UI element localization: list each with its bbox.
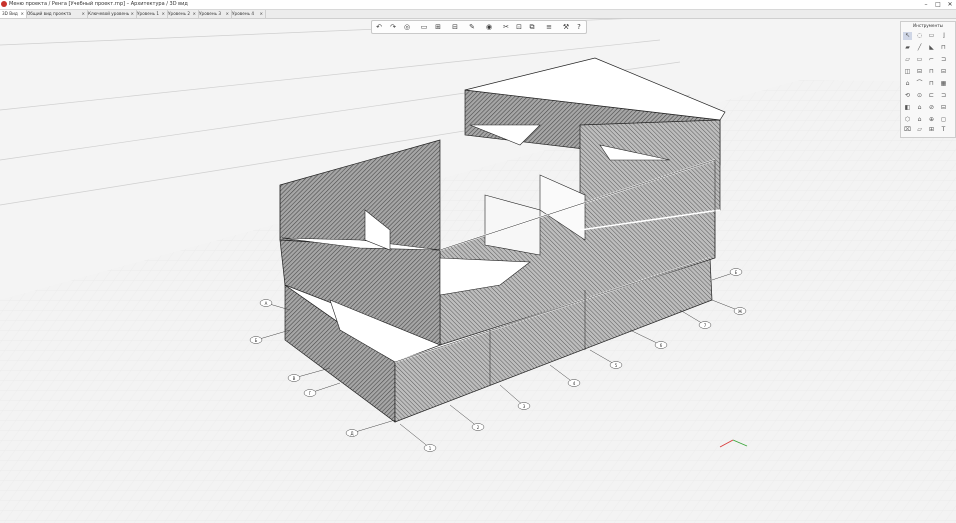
- view-toolbar: ↶ ↷ ◎ ▭ ⊞ ⊟ ✎ ◉ ✂ ⊡ ⧉ ≡ ⚒ ?: [371, 20, 587, 34]
- axis-label: 2: [477, 425, 480, 430]
- grid-tool-icon[interactable]: ⊞: [927, 126, 936, 134]
- assembly-tool-icon[interactable]: ⌂: [915, 116, 924, 124]
- tab-level-4[interactable]: Уровень 4 ×: [230, 10, 266, 18]
- undo-icon[interactable]: ↶: [375, 23, 383, 31]
- tab-close-icon[interactable]: ×: [20, 10, 24, 18]
- window-tool-icon[interactable]: ⊐: [939, 56, 948, 64]
- tab-label: Уровень 4: [232, 11, 255, 16]
- visibility-icon[interactable]: ◉: [485, 23, 493, 31]
- void-tool-icon[interactable]: ⊘: [927, 104, 936, 112]
- tab-close-icon[interactable]: ×: [161, 10, 165, 18]
- slab-tool-icon[interactable]: ▱: [903, 56, 912, 64]
- paint-icon[interactable]: ✎: [468, 23, 476, 31]
- tools-panel: Инструменты ↖ ◌ ▭ ⌋ ▰ ╱ ◣ ⊓ ▱ ▭ ⌐ ⊐ ◫ ⊟ …: [900, 21, 956, 138]
- axis-label: 5: [615, 363, 618, 368]
- clip-icon[interactable]: ✂: [502, 23, 510, 31]
- tab-label: Общий вид проекта: [27, 11, 72, 16]
- axis-label: Б: [255, 338, 258, 343]
- tab-label: Ключевой уровень: [88, 11, 130, 16]
- axis-label: А: [265, 301, 268, 306]
- axis-label: 3: [523, 404, 526, 409]
- maximize-button[interactable]: □: [932, 0, 944, 9]
- wall-tool-icon[interactable]: ▰: [903, 44, 912, 52]
- corner-tool-icon[interactable]: ⌋: [939, 32, 948, 40]
- app-logo-icon: [1, 1, 7, 7]
- column-tool-icon[interactable]: ⊟: [915, 68, 924, 76]
- view-cube-icon[interactable]: ◎: [403, 23, 411, 31]
- door-tool-icon[interactable]: ⊓: [939, 44, 948, 52]
- floor-tool-icon[interactable]: ▭: [915, 56, 924, 64]
- help-icon[interactable]: ?: [575, 23, 583, 31]
- tab-level-3[interactable]: Уровень 3 ×: [197, 10, 232, 18]
- opening-tool-icon[interactable]: ⌐: [927, 56, 936, 64]
- rotate-tool-icon[interactable]: ⟲: [903, 92, 912, 100]
- table-tool-icon[interactable]: ⊟: [939, 104, 948, 112]
- tab-close-icon[interactable]: ×: [130, 10, 134, 18]
- picture-tool-icon[interactable]: ⌧: [903, 126, 912, 134]
- stair-tool-icon[interactable]: ⊓: [927, 68, 936, 76]
- cut-icon[interactable]: ⊟: [451, 23, 459, 31]
- bracket-right-tool-icon[interactable]: ⊐: [939, 92, 948, 100]
- tab-close-icon[interactable]: ×: [225, 10, 229, 18]
- tab-level-2[interactable]: Уровень 2 ×: [166, 10, 199, 18]
- section-icon[interactable]: ⊡: [515, 23, 523, 31]
- redo-icon[interactable]: ↷: [389, 23, 397, 31]
- tab-label: Уровень 3: [199, 11, 222, 16]
- tab-label: Уровень 1: [137, 11, 160, 16]
- tab-3d-view[interactable]: 3D Вид ×: [0, 10, 27, 18]
- axis-label: 1: [429, 446, 432, 451]
- text-tool-icon[interactable]: T: [939, 126, 948, 134]
- house-tool-icon[interactable]: ⌂: [903, 80, 912, 88]
- element-tool-icon[interactable]: ⌂: [915, 104, 924, 112]
- hatch-tool-icon[interactable]: ▦: [939, 80, 948, 88]
- beam-tool-icon[interactable]: ╱: [915, 44, 924, 52]
- railing-tool-icon[interactable]: ⊓: [927, 80, 936, 88]
- tab-key-level[interactable]: Ключевой уровень ×: [86, 10, 137, 18]
- minimize-button[interactable]: –: [920, 0, 932, 9]
- axis-label: 4: [573, 381, 576, 386]
- window-title: Меню проекта / Ренга [Учебный проект.rnp…: [9, 1, 188, 7]
- axis-label: 6: [660, 343, 663, 348]
- mass-tool-icon[interactable]: ⬡: [903, 116, 912, 124]
- axis-label: Д: [350, 431, 353, 436]
- 3d-viewport[interactable]: А Б В Г Д Е Ж 1 2 3 4 5 6 7: [0, 18, 956, 523]
- tab-close-icon[interactable]: ×: [81, 10, 85, 18]
- title-bar: Меню проекта / Ренга [Учебный проект.rnp…: [0, 0, 956, 10]
- rect-tool-icon[interactable]: ▭: [927, 32, 936, 40]
- copy-icon[interactable]: ⧉: [528, 23, 536, 31]
- lasso-tool-icon[interactable]: ◌: [915, 32, 924, 40]
- tab-label: 3D Вид: [2, 11, 18, 16]
- arc-tool-icon[interactable]: ⌒: [915, 80, 924, 88]
- room-tool-icon[interactable]: ◫: [903, 68, 912, 76]
- layers-icon[interactable]: ≡: [545, 23, 553, 31]
- equipment-tool-icon[interactable]: ⊕: [927, 116, 936, 124]
- box-tool-icon[interactable]: ◻: [939, 116, 948, 124]
- axis-label: В: [293, 376, 296, 381]
- axis-label: Ж: [738, 309, 743, 314]
- close-button[interactable]: ✕: [944, 0, 956, 9]
- tab-close-icon[interactable]: ×: [192, 10, 196, 18]
- tab-label: Уровень 2: [168, 11, 191, 16]
- tools-panel-title: Инструменты: [913, 23, 943, 28]
- bracket-left-tool-icon[interactable]: ⊏: [927, 92, 936, 100]
- axis-label: 7: [704, 323, 707, 328]
- settings-icon[interactable]: ⚒: [562, 23, 570, 31]
- target-tool-icon[interactable]: ⊙: [915, 92, 924, 100]
- tab-close-icon[interactable]: ×: [259, 10, 263, 18]
- box-mode-icon[interactable]: ▭: [420, 23, 428, 31]
- floors-icon[interactable]: ⊞: [434, 23, 442, 31]
- dimension-tool-icon[interactable]: ▱: [915, 126, 924, 134]
- select-tool-icon[interactable]: ↖: [903, 32, 912, 40]
- tab-level-1[interactable]: Уровень 1 ×: [135, 10, 168, 18]
- roof-tool-icon[interactable]: ◣: [927, 44, 936, 52]
- section-tool-icon[interactable]: ◧: [903, 104, 912, 112]
- ramp-tool-icon[interactable]: ⊟: [939, 68, 948, 76]
- tab-overview[interactable]: Общий вид проекта ×: [25, 10, 88, 18]
